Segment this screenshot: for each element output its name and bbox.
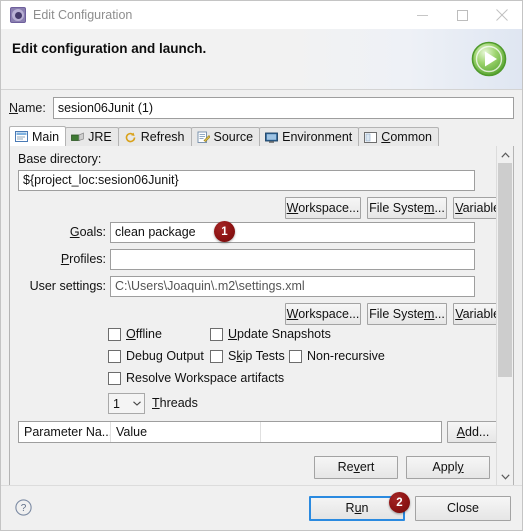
threads-label: Threads [152, 396, 198, 410]
tab-source[interactable]: Source [190, 127, 261, 146]
base-filesystem-button[interactable]: File System... [367, 197, 447, 219]
checkbox-non-recursive-label: Non-recursive [307, 349, 385, 363]
user-settings-label: User settings: [29, 279, 106, 293]
chevron-down-icon [130, 401, 144, 406]
profiles-input[interactable] [110, 249, 475, 270]
checkbox-update-snapshots-box[interactable] [210, 327, 223, 341]
checkbox-resolve-workspace-artifacts-label: Resolve Workspace artifacts [126, 371, 285, 385]
checkbox-debug-output-label: Debug Output [126, 349, 204, 363]
checkbox-skip-tests[interactable]: Skip Tests [210, 349, 285, 363]
base-directory-input[interactable]: ${project_loc:sesion06Junit} [18, 170, 475, 191]
checkbox-update-snapshots-label: Update Snapshots [228, 327, 331, 341]
threads-value: 1 [113, 396, 120, 411]
checkbox-update-snapshots[interactable]: Update Snapshots [210, 327, 331, 341]
base-variables-button[interactable]: Variables... [453, 197, 496, 219]
svg-text:?: ? [21, 503, 27, 514]
checkbox-offline[interactable]: Offline [108, 327, 162, 341]
tab-main[interactable]: Main [9, 126, 67, 146]
scrollbar-thumb[interactable] [498, 163, 512, 377]
checkbox-non-recursive-box[interactable] [289, 349, 302, 363]
settings-variables-button[interactable]: Variables... [453, 303, 496, 325]
window-controls [402, 1, 522, 29]
checkbox-skip-tests-box[interactable] [210, 349, 223, 363]
base-directory-label: Base directory: [18, 152, 102, 166]
main-tab-panel: Base directory: ${project_loc:sesion06Ju… [9, 146, 514, 486]
jre-tab-icon [71, 131, 84, 144]
checkbox-resolve-workspace-artifacts[interactable]: Resolve Workspace artifacts [108, 371, 284, 385]
main-tab-content: Base directory: ${project_loc:sesion06Ju… [10, 146, 496, 485]
threads-combo[interactable]: 1 [108, 393, 145, 414]
parameters-table[interactable]: Parameter Na... Value [18, 421, 442, 443]
environment-tab-icon [265, 131, 279, 144]
apply-button[interactable]: Apply [406, 456, 490, 479]
close-button[interactable]: Close [415, 496, 511, 521]
scroll-up-icon[interactable] [497, 146, 513, 163]
tab-source-label: Source [213, 130, 254, 144]
help-question-icon[interactable]: ? [15, 499, 32, 516]
close-icon[interactable] [482, 1, 522, 29]
scrollbar-track[interactable] [497, 163, 513, 468]
tab-main-label: Main [32, 129, 60, 144]
tab-common[interactable]: Common [358, 127, 440, 146]
source-tab-icon [197, 131, 210, 144]
name-input[interactable]: sesion06Junit (1) [52, 97, 514, 119]
annotation-badge-2: 2 [389, 492, 410, 513]
user-settings-input[interactable]: C:\Users\Joaquin\.m2\settings.xml [110, 276, 475, 297]
tab-environment[interactable]: Environment [259, 127, 360, 146]
tab-jre[interactable]: JRE [65, 127, 119, 146]
common-tab-icon [364, 131, 378, 144]
checkbox-non-recursive[interactable]: Non-recursive [289, 349, 385, 363]
dialog-banner: Edit configuration and launch. [1, 29, 522, 90]
checkbox-debug-output-box[interactable] [108, 349, 121, 363]
annotation-badge-1: 1 [214, 221, 235, 242]
title-bar: Edit Configuration [1, 1, 522, 29]
launch-config-icon [10, 7, 26, 23]
parameters-table-header-filler [261, 422, 441, 442]
checkbox-debug-output[interactable]: Debug Output [108, 349, 204, 363]
checkbox-offline-label: Offline [126, 327, 162, 341]
parameters-table-header-value: Value [111, 422, 261, 442]
minimize-icon[interactable] [402, 1, 442, 29]
settings-workspace-button[interactable]: Workspace... [285, 303, 361, 325]
goals-input[interactable]: clean package [110, 222, 475, 243]
main-tab-icon [15, 130, 28, 143]
tab-jre-label: JRE [88, 130, 112, 144]
refresh-tab-icon [124, 131, 137, 144]
base-workspace-button[interactable]: Workspace... [285, 197, 361, 219]
parameters-table-header-name: Parameter Na... [19, 422, 111, 442]
checkbox-resolve-workspace-artifacts-box[interactable] [108, 371, 121, 385]
revert-button[interactable]: Revert [314, 456, 398, 479]
dialog-body: Name: sesion06Junit (1) Main JRE Refresh… [1, 90, 522, 530]
tab-common-label: Common [381, 130, 433, 144]
footer-button-group: Run Close [309, 496, 511, 521]
checkbox-offline-box[interactable] [108, 327, 121, 341]
tab-environment-label: Environment [282, 130, 353, 144]
goals-label: Goals: [69, 225, 106, 239]
window-title: Edit Configuration [33, 8, 133, 22]
tab-strip: Main JRE Refresh Source Environment Comm… [9, 126, 514, 147]
add-parameter-button[interactable]: Add... [447, 421, 496, 443]
maximize-icon[interactable] [442, 1, 482, 29]
revert-apply-group: Revert Apply [314, 456, 490, 479]
name-label: Name: [9, 101, 46, 115]
checkbox-skip-tests-label: Skip Tests [228, 349, 285, 363]
scroll-down-icon[interactable] [497, 468, 513, 485]
tab-refresh[interactable]: Refresh [117, 127, 192, 146]
profiles-label: Profiles: [60, 252, 106, 266]
panel-vertical-scrollbar[interactable] [496, 146, 513, 485]
banner-title: Edit configuration and launch. [12, 41, 207, 56]
run-green-play-icon [470, 40, 508, 78]
settings-filesystem-button[interactable]: File System... [367, 303, 447, 325]
tab-refresh-label: Refresh [140, 130, 185, 144]
name-row: Name: sesion06Junit (1) [9, 97, 514, 119]
edit-configuration-dialog: Edit Configuration Edit configuration an… [0, 0, 523, 531]
dialog-footer: ? Run Close [1, 485, 522, 530]
